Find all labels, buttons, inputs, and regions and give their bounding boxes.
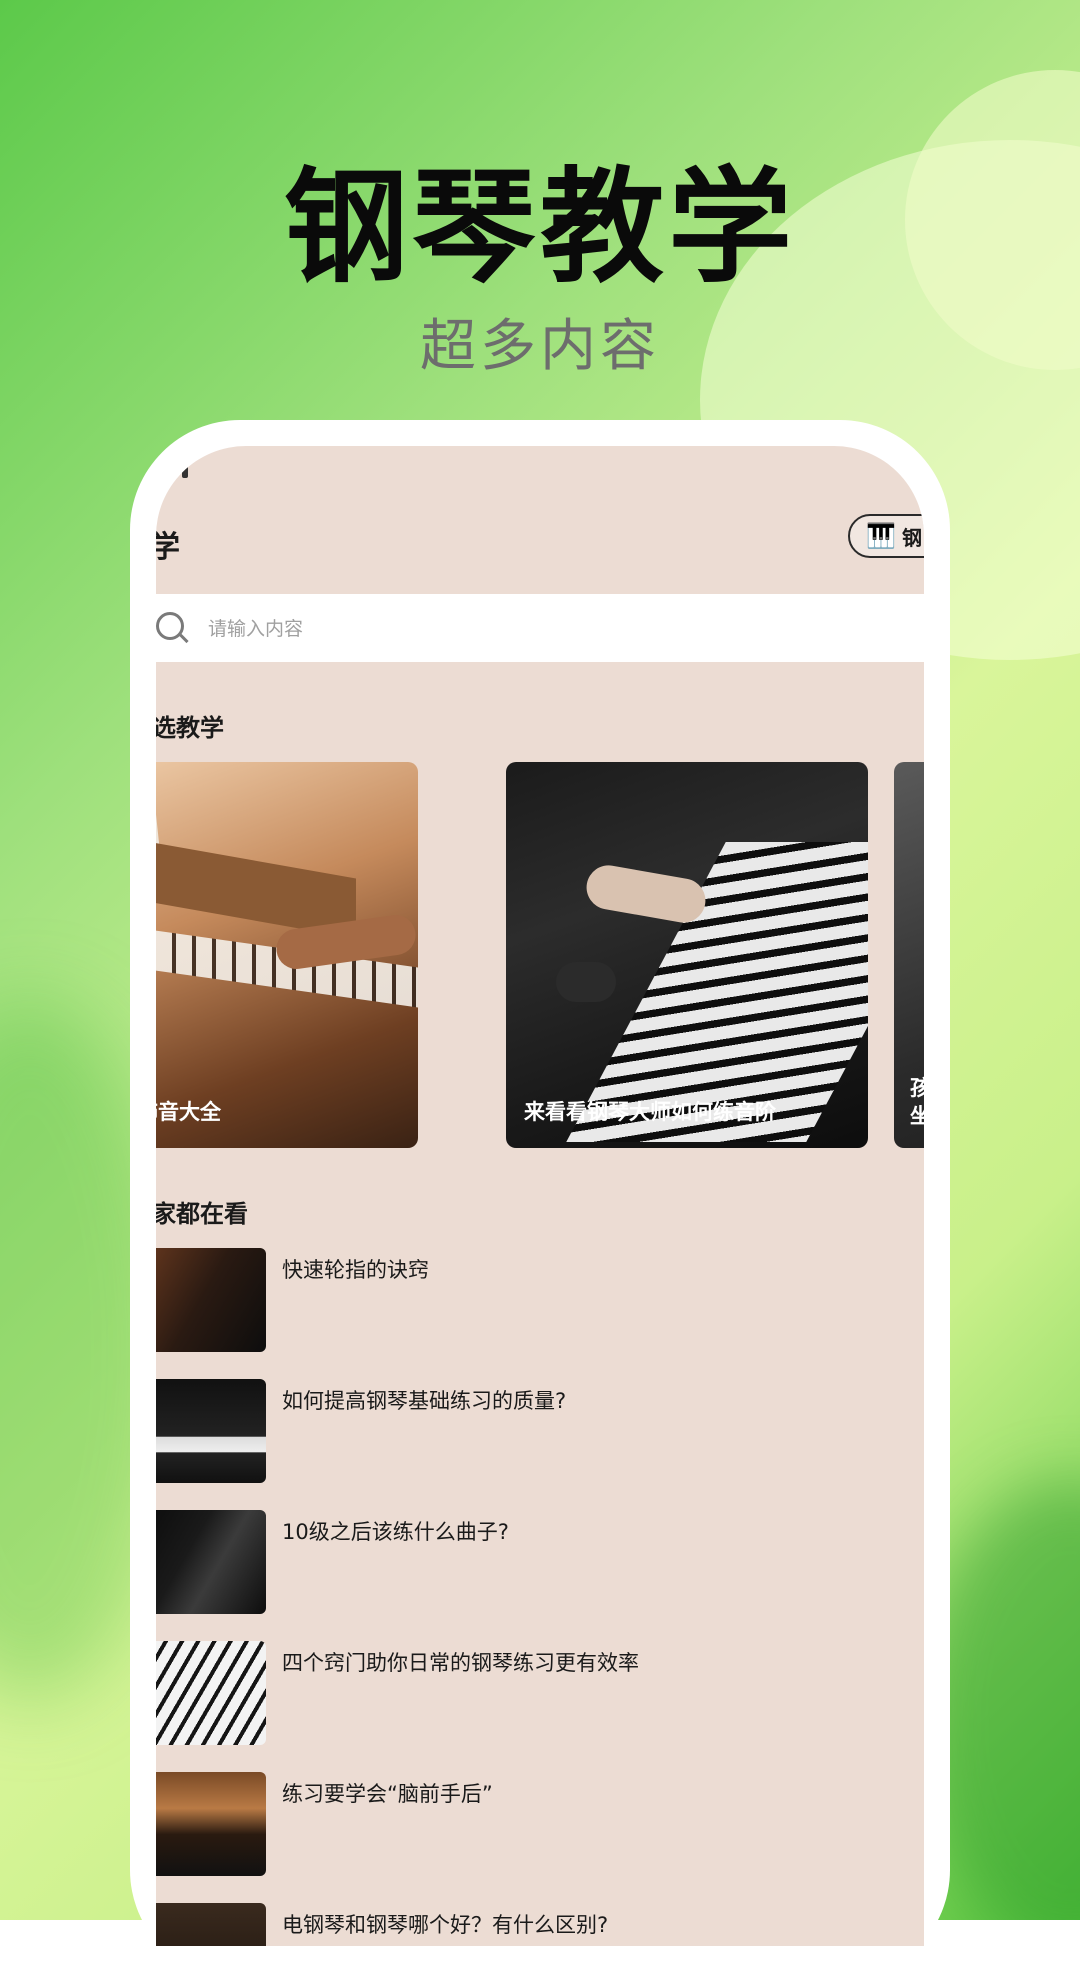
list-item-title: 四个窍门助你日常的钢琴练习更有效率 bbox=[282, 1651, 639, 1675]
list-item[interactable]: 10级之后该练什么曲子? bbox=[156, 1510, 924, 1614]
featured-card-title: 孩坐 bbox=[910, 1076, 924, 1128]
list-item-title: 10级之后该练什么曲子? bbox=[282, 1520, 509, 1544]
instrument-switch-button[interactable]: 🎹 钢 bbox=[848, 514, 924, 558]
card-image-detail bbox=[556, 962, 616, 1002]
list-item-thumbnail bbox=[156, 1248, 266, 1352]
list-item-title: 电钢琴和钢琴哪个好？有什么区别? bbox=[282, 1913, 609, 1937]
featured-card[interactable]: 孩坐 bbox=[894, 762, 924, 1148]
list-item-thumbnail bbox=[156, 1510, 266, 1614]
search-icon bbox=[156, 612, 184, 640]
featured-section-title: 选教学 bbox=[156, 714, 224, 742]
featured-card[interactable]: 来看看钢琴大师如何练音阶 bbox=[506, 762, 868, 1148]
promo-subtitle: 超多内容 bbox=[420, 314, 660, 379]
list-item-thumbnail bbox=[156, 1903, 266, 1946]
piano-icon: 🎹 bbox=[866, 522, 896, 550]
popular-section-title: 家都在看 bbox=[156, 1200, 248, 1228]
list-item-title: 练习要学会“脑前手后” bbox=[282, 1782, 493, 1806]
app-screen: 学 🎹 钢 选教学 用的装饰音大全 来看看钢琴大师如何练音阶 孩坐 家都在看 快… bbox=[156, 446, 924, 1946]
list-item-thumbnail bbox=[156, 1641, 266, 1745]
featured-card-title: 来看看钢琴大师如何练音阶 bbox=[524, 1100, 776, 1124]
page-title: 学 bbox=[156, 530, 180, 565]
featured-card-title: 用的装饰音大全 bbox=[156, 1100, 221, 1124]
list-item-thumbnail bbox=[156, 1772, 266, 1876]
search-bar[interactable] bbox=[156, 594, 924, 662]
list-item-title: 如何提高钢琴基础练习的质量? bbox=[282, 1389, 567, 1413]
list-item[interactable]: 练习要学会“脑前手后” bbox=[156, 1772, 924, 1876]
promo-headline: 钢琴教学 bbox=[283, 156, 796, 300]
list-item-title: 快速轮指的诀窍 bbox=[282, 1258, 429, 1282]
list-item[interactable]: 快速轮指的诀窍 bbox=[156, 1248, 924, 1352]
status-indicator bbox=[182, 466, 188, 478]
card-image-detail bbox=[156, 825, 356, 939]
featured-card[interactable]: 用的装饰音大全 bbox=[156, 762, 418, 1148]
search-input[interactable] bbox=[206, 612, 810, 646]
instrument-switch-label: 钢 bbox=[902, 526, 922, 550]
list-item[interactable]: 电钢琴和钢琴哪个好？有什么区别? bbox=[156, 1903, 924, 1946]
list-item[interactable]: 四个窍门助你日常的钢琴练习更有效率 bbox=[156, 1641, 924, 1745]
list-item[interactable]: 如何提高钢琴基础练习的质量? bbox=[156, 1379, 924, 1483]
card-image-hand bbox=[583, 861, 709, 927]
list-item-thumbnail bbox=[156, 1379, 266, 1483]
